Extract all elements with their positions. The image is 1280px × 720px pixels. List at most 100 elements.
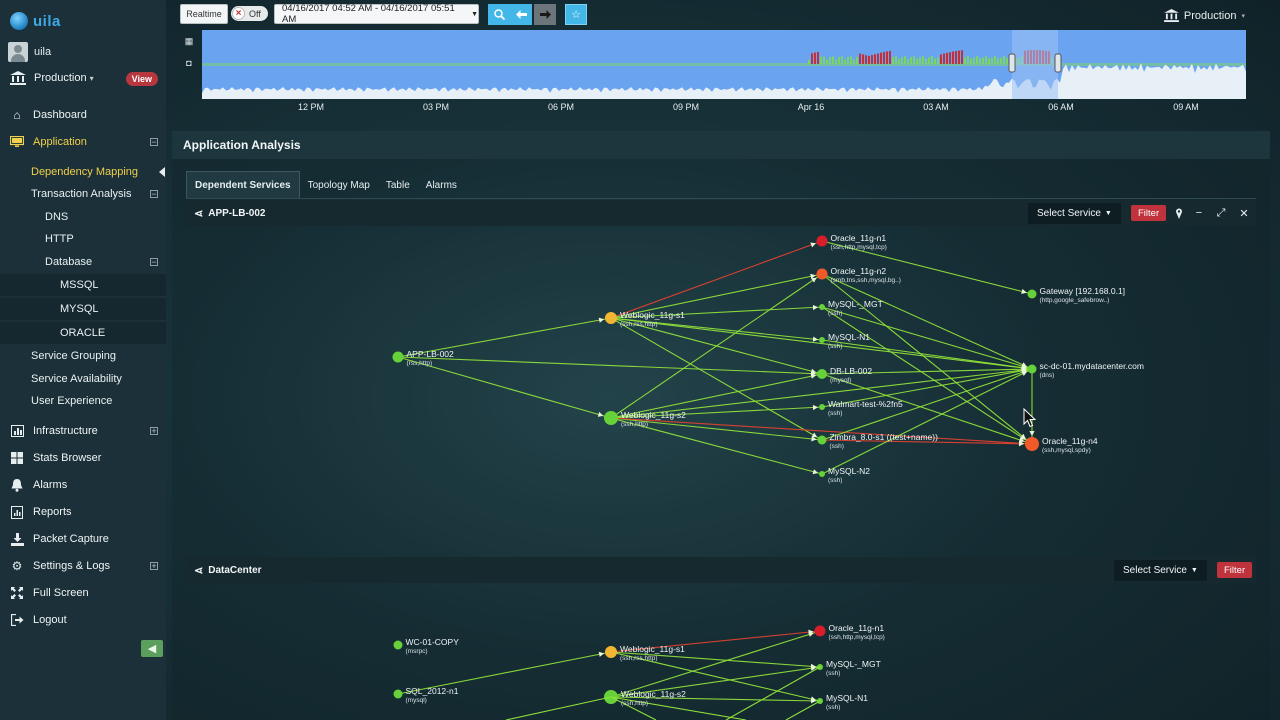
- collapse-icon[interactable]: −: [150, 258, 158, 267]
- timeline-activity-bar: [964, 57, 966, 64]
- select-service-label: Select Service: [1123, 565, 1187, 576]
- tab-bar: Dependent Services Topology Map Table Al…: [186, 171, 465, 199]
- timeline-activity-bar: [916, 58, 918, 64]
- expand-icon[interactable]: +: [150, 562, 158, 571]
- sidebar-item-service-availability[interactable]: Service Availability: [0, 368, 166, 390]
- graph-node-label: MySQL-N2: [828, 466, 871, 476]
- timeline-activity-bar: [853, 59, 855, 64]
- sidebar-item-service-grouping[interactable]: Service Grouping: [0, 345, 166, 367]
- graph-node-label: Weblogic_11g-s1: [620, 310, 685, 320]
- tab-dependent-services[interactable]: Dependent Services: [186, 171, 300, 199]
- timeline-activity-bar: [958, 50, 960, 64]
- graph-node-label: SQL_2012-n1: [405, 686, 459, 696]
- sidebar-item-application[interactable]: Application −: [0, 131, 166, 153]
- sidebar-item-reports[interactable]: Reports: [0, 501, 166, 523]
- graph-title: DataCenter: [208, 564, 262, 576]
- sidebar-item-user-experience[interactable]: User Experience: [0, 390, 166, 412]
- sidebar-item-dashboard[interactable]: ⌂ Dashboard: [0, 104, 166, 126]
- timeline-selection-handle[interactable]: [1054, 53, 1062, 73]
- windows-icon: [10, 451, 24, 465]
- sidebar-item-label: Full Screen: [33, 587, 89, 599]
- sidebar-item-label: Database: [45, 256, 93, 268]
- gear-icon: ⚙: [11, 559, 23, 573]
- timeline-activity-bar: [907, 58, 909, 64]
- graph-node-services: (dns): [1039, 372, 1055, 379]
- timeline-activity-bar: [937, 57, 939, 64]
- graph-node-label: Oracle_11g-n1: [828, 623, 885, 633]
- favorite-button[interactable]: ☆: [565, 4, 587, 25]
- filter-button[interactable]: Filter: [1217, 562, 1253, 578]
- previous-button[interactable]: [510, 4, 532, 25]
- production-selector[interactable]: Production ▾: [1163, 9, 1245, 22]
- sidebar-item-mssql[interactable]: MSSQL: [0, 274, 166, 296]
- timeline-chart[interactable]: [202, 30, 1246, 99]
- realtime-toggle[interactable]: × Off: [231, 6, 268, 21]
- tab-topology-map[interactable]: Topology Map: [300, 171, 378, 199]
- next-button[interactable]: [534, 4, 556, 25]
- arrow-right-icon: [539, 10, 551, 19]
- sidebar-item-mysql[interactable]: MYSQL: [0, 298, 166, 320]
- graph-node-label: Zimbra_8.0-s1 ((test+name)): [829, 432, 938, 442]
- graph-node-services: (ssh,http): [621, 700, 649, 707]
- view-badge[interactable]: View: [125, 72, 158, 86]
- graph-node-label: Oracle_11g-n1: [830, 233, 887, 243]
- zoom-button[interactable]: [488, 4, 510, 25]
- sidebar-item-oracle[interactable]: ORACLE: [0, 322, 166, 344]
- timeline-activity-bar: [934, 58, 936, 64]
- tab-alarms[interactable]: Alarms: [418, 171, 465, 199]
- sidebar-item-http[interactable]: HTTP: [0, 228, 166, 250]
- sidebar-item-label: MSSQL: [60, 279, 99, 291]
- graph-node-services: (ssh): [826, 670, 841, 677]
- timeline-activity-bar: [1006, 58, 1008, 64]
- timeline-tick-label: 09 PM: [672, 102, 700, 112]
- application-analysis-panel: Application Analysis Dependent Services …: [172, 131, 1270, 720]
- filter-button[interactable]: Filter: [1131, 205, 1167, 221]
- share-icon: ⋖: [194, 207, 204, 220]
- user-profile[interactable]: uila: [8, 42, 51, 62]
- report-icon: [10, 505, 24, 519]
- graph-node-label: APP-LB-002: [406, 349, 454, 359]
- uila-logo[interactable]: uila: [10, 10, 61, 32]
- share-icon: ⋖: [194, 564, 204, 577]
- environment-selector[interactable]: Production ▾ View: [10, 71, 160, 86]
- sidebar-item-database[interactable]: Database −: [0, 251, 166, 273]
- tab-divider: [186, 198, 1256, 199]
- close-icon[interactable]: ✕: [1237, 206, 1251, 220]
- timeline-activity-bar: [811, 53, 813, 64]
- sidebar-item-full-screen[interactable]: Full Screen: [0, 582, 166, 604]
- timeline-activity-bar: [988, 58, 990, 64]
- tab-table[interactable]: Table: [378, 171, 418, 199]
- sidebar-item-alarms[interactable]: Alarms: [0, 474, 166, 496]
- timeline-selection-handle[interactable]: [1008, 53, 1016, 73]
- main-content: Realtime × Off 04/16/2017 04:52 AM - 04/…: [166, 0, 1280, 720]
- timeline-activity-bar: [961, 50, 963, 64]
- user-name: uila: [34, 46, 52, 58]
- grid-icon[interactable]: ▦: [184, 36, 194, 46]
- timeline-selection[interactable]: [1012, 30, 1058, 99]
- timeline-activity-bar: [946, 52, 948, 64]
- expand-icon[interactable]: +: [150, 427, 158, 436]
- timeline-activity-bar: [817, 51, 819, 64]
- graph-node-services: (ssh,mysql,spdy): [1042, 447, 1091, 454]
- collapse-timeline-icon[interactable]: ◘: [184, 58, 194, 68]
- sidebar-item-logout[interactable]: Logout: [0, 609, 166, 631]
- collapse-icon[interactable]: −: [150, 138, 158, 147]
- sidebar-item-label: User Experience: [31, 395, 113, 407]
- select-service-dropdown[interactable]: Select Service ▼: [1114, 560, 1207, 581]
- pin-icon[interactable]: [1172, 206, 1186, 220]
- collapse-sidebar-button[interactable]: ◀: [141, 640, 163, 657]
- sidebar: uila uila Production ▾ View ⌂ Dashboard …: [0, 0, 166, 720]
- sidebar-item-stats-browser[interactable]: Stats Browser: [0, 447, 166, 469]
- realtime-button[interactable]: Realtime: [180, 4, 228, 24]
- sidebar-item-dns[interactable]: DNS: [0, 206, 166, 228]
- sidebar-item-packet-capture[interactable]: Packet Capture: [0, 528, 166, 550]
- sidebar-item-dependency-mapping[interactable]: Dependency Mapping: [0, 161, 166, 183]
- expand-icon[interactable]: ⤢: [1214, 206, 1228, 220]
- sidebar-item-transaction-analysis[interactable]: Transaction Analysis −: [0, 183, 166, 205]
- minimize-icon[interactable]: −: [1192, 206, 1206, 220]
- date-range-picker[interactable]: 04/16/2017 04:52 AM - 04/16/2017 05:51 A…: [274, 3, 479, 25]
- collapse-icon[interactable]: −: [150, 190, 158, 199]
- sidebar-item-settings-logs[interactable]: ⚙ Settings & Logs +: [0, 555, 166, 577]
- sidebar-item-infrastructure[interactable]: Infrastructure +: [0, 420, 166, 442]
- select-service-dropdown[interactable]: Select Service ▼: [1028, 203, 1121, 224]
